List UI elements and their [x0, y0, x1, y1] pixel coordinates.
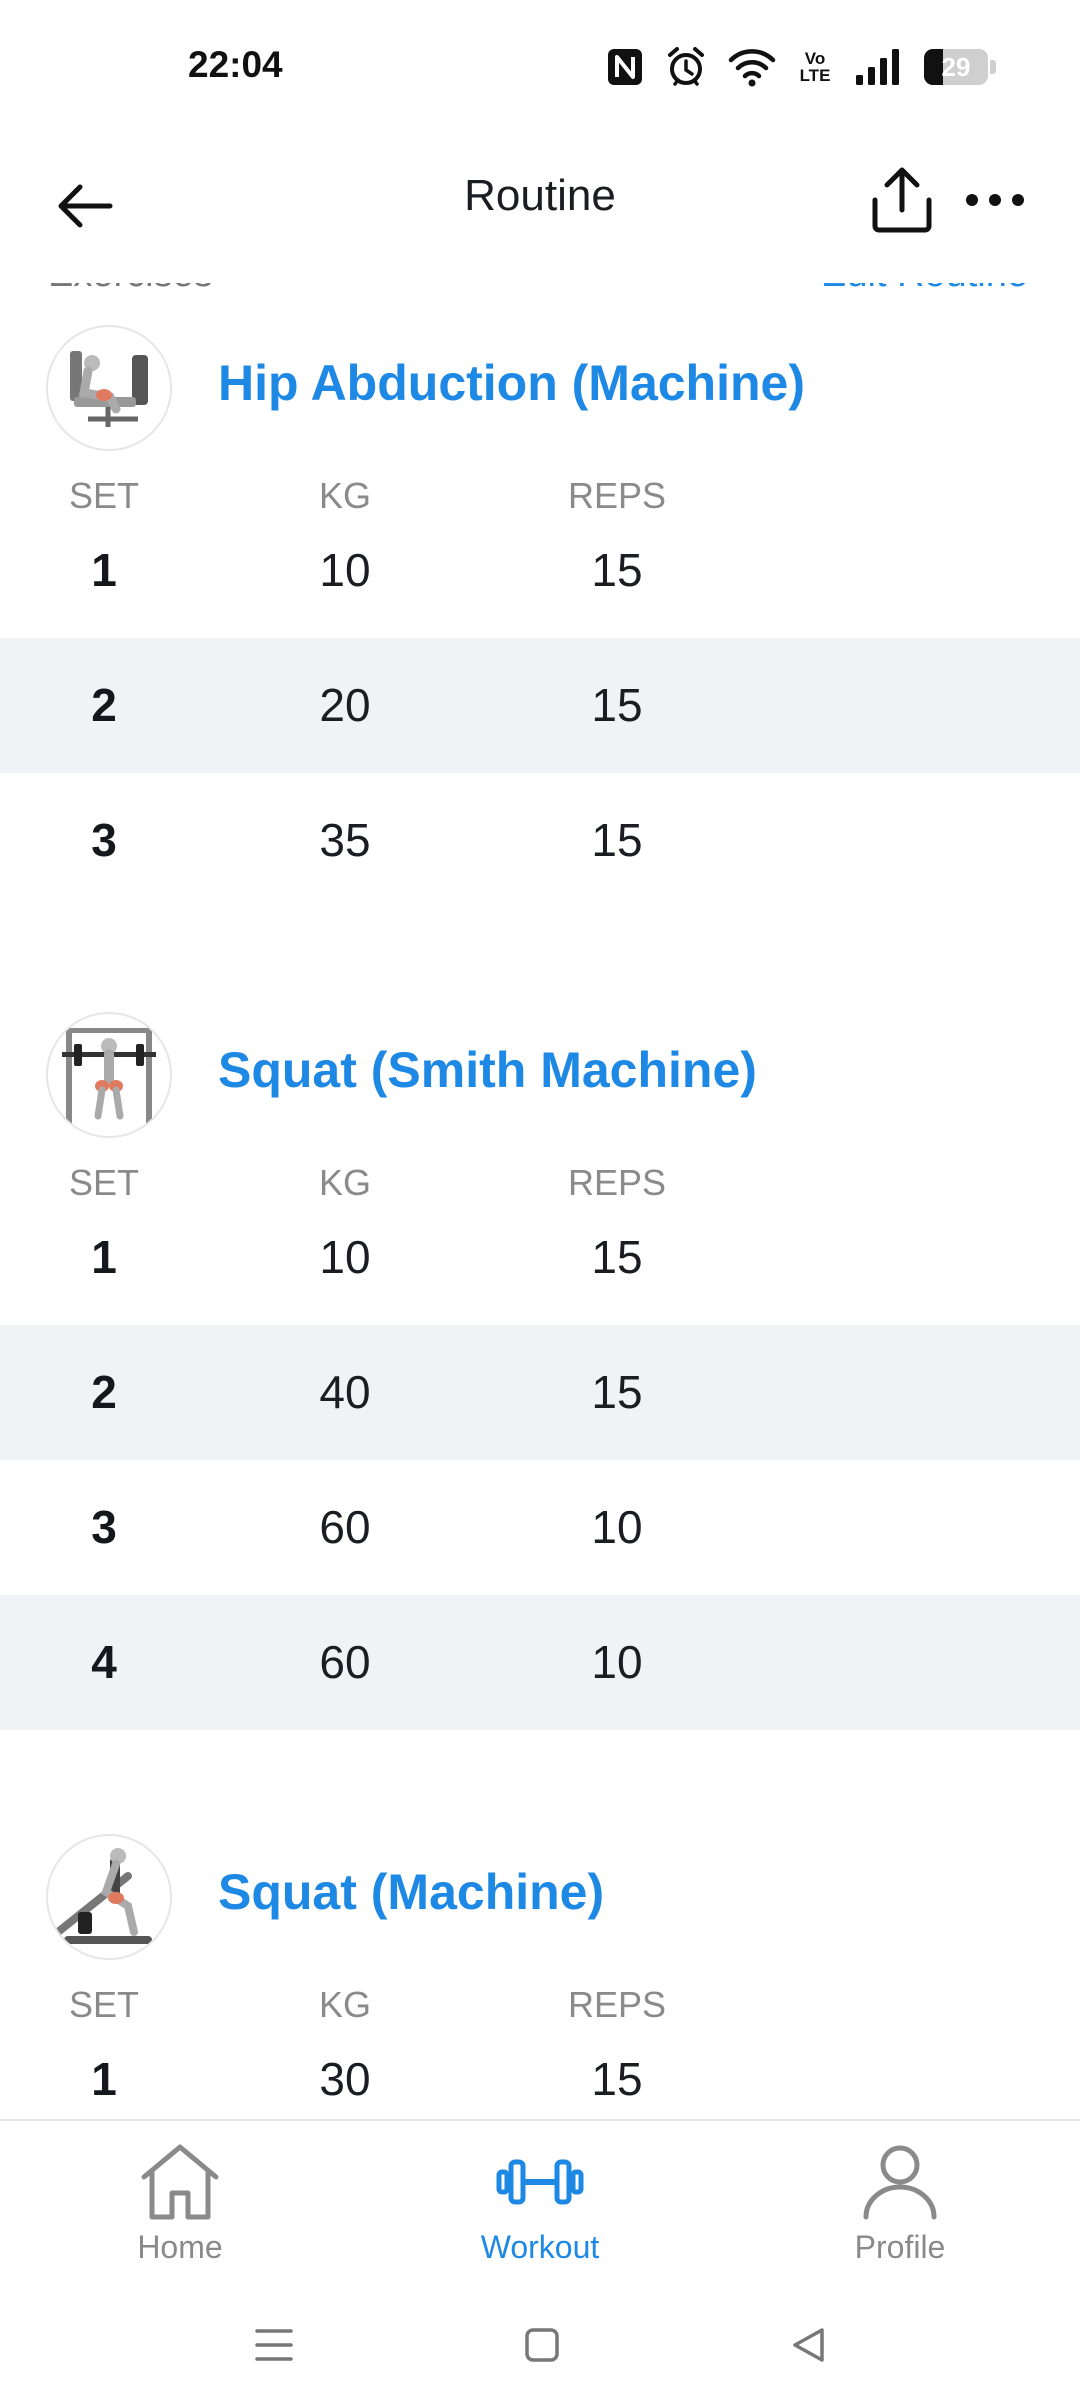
home-icon	[141, 2144, 219, 2220]
set-row: 1 30 15	[0, 2012, 1080, 2119]
set-reps: 15	[591, 2053, 643, 2105]
set-number: 3	[91, 814, 117, 866]
set-row: 3 60 10	[0, 1460, 1080, 1595]
set-table-header: SET KG REPS	[0, 433, 1080, 516]
status-icons: Vo LTE 29	[606, 44, 996, 90]
square-icon	[525, 2328, 559, 2362]
battery-icon: 29	[924, 49, 996, 85]
set-number: 1	[91, 544, 117, 596]
arrow-left-icon	[58, 184, 113, 228]
set-reps: 10	[591, 1636, 643, 1688]
set-number: 1	[91, 2053, 117, 2105]
volte-icon: Vo LTE	[799, 49, 831, 85]
back-button[interactable]	[52, 173, 118, 239]
set-number: 2	[91, 1366, 117, 1418]
set-reps: 15	[591, 679, 643, 731]
set-number: 4	[91, 1636, 117, 1688]
set-number: 2	[91, 679, 117, 731]
squat-machine-icon	[54, 1848, 152, 1944]
battery-level: 29	[941, 52, 971, 82]
tab-profile-label: Profile	[854, 2229, 946, 2265]
set-row: 3 35 15	[0, 773, 1080, 908]
status-time: 22:04	[188, 44, 283, 85]
set-weight: 40	[319, 1366, 371, 1418]
bottom-tab-bar: Home Workout Profile	[0, 2119, 1080, 2292]
set-reps: 15	[591, 814, 643, 866]
set-table-header: SET KG REPS	[0, 1120, 1080, 1203]
set-row: 4 60 10	[0, 1595, 1080, 1730]
set-weight: 10	[319, 1231, 371, 1283]
tab-workout-label: Workout	[480, 2229, 600, 2265]
set-row: 1 10 15	[0, 503, 1080, 638]
routine-content[interactable]: Exercises Edit Routine Hip Abduction (Ma…	[0, 283, 1080, 2119]
alarm-icon	[668, 47, 704, 86]
set-weight: 30	[319, 2053, 371, 2105]
tab-profile[interactable]: Profile	[750, 2121, 1050, 2292]
set-number: 1	[91, 1231, 117, 1283]
exercise-name[interactable]: Squat (Machine)	[218, 1863, 604, 1921]
tab-home[interactable]: Home	[30, 2121, 330, 2292]
hip-abduction-machine-icon	[70, 351, 148, 427]
set-row: 1 10 15	[0, 1190, 1080, 1325]
exercise-card: Hip Abduction (Machine) SET KG REPS 1 10…	[0, 283, 1080, 908]
set-number: 3	[91, 1501, 117, 1553]
set-weight: 20	[319, 679, 371, 731]
set-row: 2 20 15	[0, 638, 1080, 773]
exercise-header[interactable]: Squat (Smith Machine)	[0, 970, 1080, 1138]
set-table-header: SET KG REPS	[0, 1942, 1080, 2025]
exercise-card: Squat (Machine) SET KG REPS 1 30 15	[0, 1792, 1080, 2119]
home-system-button[interactable]	[512, 2315, 572, 2375]
app-header: Routine	[0, 135, 1080, 283]
more-horizontal-icon	[966, 194, 1024, 206]
set-reps: 10	[591, 1501, 643, 1553]
share-button[interactable]	[862, 160, 942, 240]
exercise-header[interactable]: Squat (Machine)	[0, 1792, 1080, 1960]
recent-apps-button[interactable]	[244, 2315, 304, 2375]
set-weight: 60	[319, 1501, 371, 1553]
set-weight: 10	[319, 544, 371, 596]
menu-icon	[255, 2329, 293, 2361]
exercise-header[interactable]: Hip Abduction (Machine)	[0, 283, 1080, 451]
exercise-name[interactable]: Squat (Smith Machine)	[218, 1041, 757, 1099]
system-nav-bar	[0, 2290, 1080, 2400]
more-options-button[interactable]	[960, 170, 1030, 230]
nfc-icon	[608, 49, 642, 85]
set-reps: 15	[591, 1231, 643, 1283]
exercise-name[interactable]: Hip Abduction (Machine)	[218, 354, 805, 412]
set-weight: 35	[319, 814, 371, 866]
signal-icon	[856, 49, 899, 85]
triangle-back-icon	[793, 2328, 824, 2362]
exercise-card: Squat (Smith Machine) SET KG REPS 1 10 1…	[0, 970, 1080, 1730]
status-bar: 22:04 Vo LTE 29	[0, 0, 1080, 135]
profile-icon	[863, 2145, 937, 2220]
tab-home-label: Home	[137, 2229, 223, 2265]
set-reps: 15	[591, 1366, 643, 1418]
tab-workout[interactable]: Workout	[390, 2121, 690, 2292]
back-system-button[interactable]	[778, 2315, 838, 2375]
set-row: 2 40 15	[0, 1325, 1080, 1460]
set-weight: 60	[319, 1636, 371, 1688]
smith-machine-squat-icon	[62, 1028, 156, 1124]
share-icon	[872, 167, 932, 233]
set-reps: 15	[591, 544, 643, 596]
dumbbell-icon	[496, 2159, 584, 2205]
wifi-icon	[728, 49, 776, 87]
